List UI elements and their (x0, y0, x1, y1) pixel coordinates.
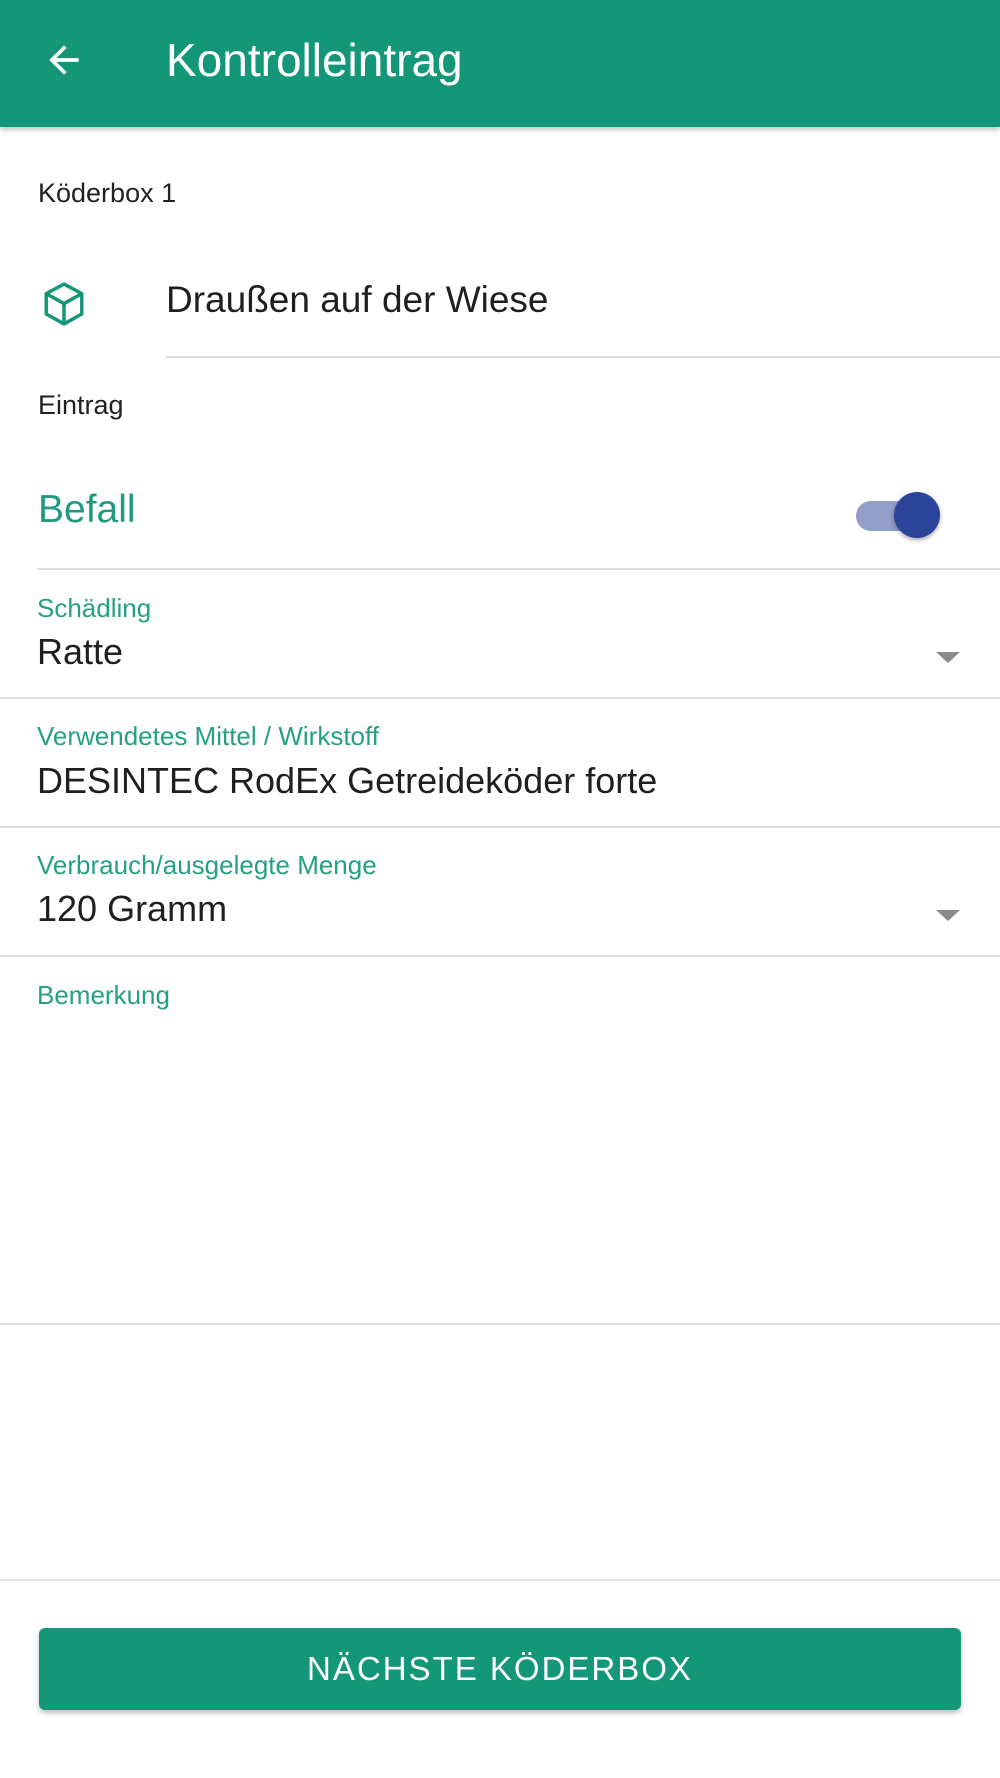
pest-value: Ratte (37, 631, 124, 672)
chevron-down-icon (936, 910, 960, 921)
back-button[interactable] (28, 24, 100, 96)
infestation-toggle[interactable] (856, 490, 942, 540)
agent-label: Verwendetes Mittel / Wirkstoff (37, 721, 379, 751)
remark-divider (0, 1323, 1000, 1325)
pest-select[interactable]: Schädling Ratte (0, 570, 1000, 697)
next-bait-box-button[interactable]: NÄCHSTE KÖDERBOX (39, 1628, 961, 1710)
cube-icon (44, 282, 84, 326)
infestation-label: Befall (38, 488, 136, 531)
location-text: Draußen auf der Wiese (166, 279, 549, 320)
app-screen: Kontrolleintrag Köderbox 1 Draußen auf d… (0, 0, 1000, 1778)
agent-field[interactable]: Verwendetes Mittel / Wirkstoff DESINTEC … (0, 699, 1000, 826)
amount-select[interactable]: Verbrauch/ausgelegte Menge 120 Gramm (0, 828, 1000, 955)
app-bar: Kontrolleintrag (0, 0, 1000, 127)
page-title: Kontrolleintrag (166, 34, 463, 86)
toggle-thumb (894, 492, 940, 538)
pest-label: Schädling (37, 593, 152, 623)
bottom-divider (0, 1579, 1000, 1581)
amount-value: 120 Gramm (37, 888, 228, 929)
bait-box-label: Köderbox 1 (38, 178, 177, 208)
agent-value: DESINTEC RodEx Getreideköder forte (37, 760, 658, 801)
amount-label: Verbrauch/ausgelegte Menge (37, 850, 377, 880)
remark-label: Bemerkung (37, 980, 170, 1010)
chevron-down-icon (936, 652, 960, 663)
location-divider (166, 356, 1000, 358)
arrow-left-icon (49, 45, 79, 75)
remark-field[interactable]: Bemerkung (0, 957, 1000, 1323)
entry-section-label: Eintrag (38, 390, 124, 420)
